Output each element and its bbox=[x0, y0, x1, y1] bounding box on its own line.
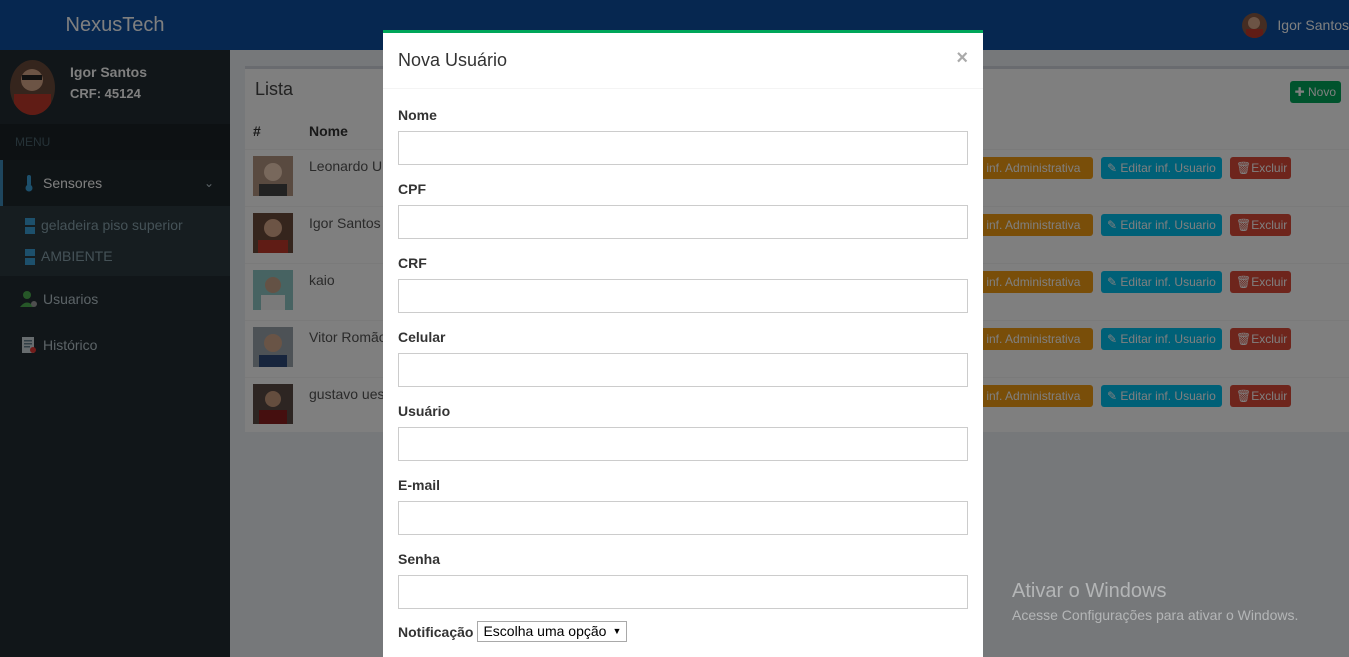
notification-select[interactable]: Escolha uma opção ▼ bbox=[477, 621, 628, 642]
watermark-title: Ativar o Windows bbox=[1012, 580, 1167, 602]
email-field-group: E-mail bbox=[398, 477, 968, 535]
cpf-field-group: CPF bbox=[398, 181, 968, 239]
celular-label: Celular bbox=[398, 329, 446, 345]
senha-field-group: Senha bbox=[398, 551, 968, 609]
email-label: E-mail bbox=[398, 477, 441, 493]
close-icon[interactable]: × bbox=[956, 47, 968, 70]
usuario-label: Usuário bbox=[398, 403, 451, 419]
modal-title: Nova Usuário bbox=[398, 50, 508, 70]
crf-input[interactable] bbox=[398, 279, 968, 313]
windows-activation-watermark: Ativar o Windows Acesse Configurações pa… bbox=[1012, 580, 1298, 623]
crf-label: CRF bbox=[398, 255, 427, 271]
modal-header: Nova Usuário × bbox=[383, 33, 983, 89]
senha-label: Senha bbox=[398, 551, 441, 567]
new-user-modal: Nova Usuário × Nome CPF CRF Celular Usuá… bbox=[383, 30, 983, 657]
watermark-subtitle: Acesse Configurações para ativar o Windo… bbox=[1012, 607, 1299, 623]
nome-label: Nome bbox=[398, 107, 437, 123]
notification-select-value: Escolha uma opção bbox=[483, 623, 607, 639]
senha-input[interactable] bbox=[398, 575, 968, 609]
usuario-input[interactable] bbox=[398, 427, 968, 461]
crf-field-group: CRF bbox=[398, 255, 968, 313]
notification-label: Notificação bbox=[398, 623, 474, 640]
cpf-input[interactable] bbox=[398, 205, 968, 239]
notification-group: Notificação Escolha uma opção ▼ bbox=[398, 621, 628, 642]
celular-field-group: Celular bbox=[398, 329, 968, 387]
nome-field-group: Nome bbox=[398, 107, 968, 165]
celular-input[interactable] bbox=[398, 353, 968, 387]
nome-input[interactable] bbox=[398, 131, 968, 165]
usuario-field-group: Usuário bbox=[398, 403, 968, 461]
email-input[interactable] bbox=[398, 501, 968, 535]
cpf-label: CPF bbox=[398, 181, 426, 197]
dropdown-arrow-icon: ▼ bbox=[612, 626, 622, 636]
